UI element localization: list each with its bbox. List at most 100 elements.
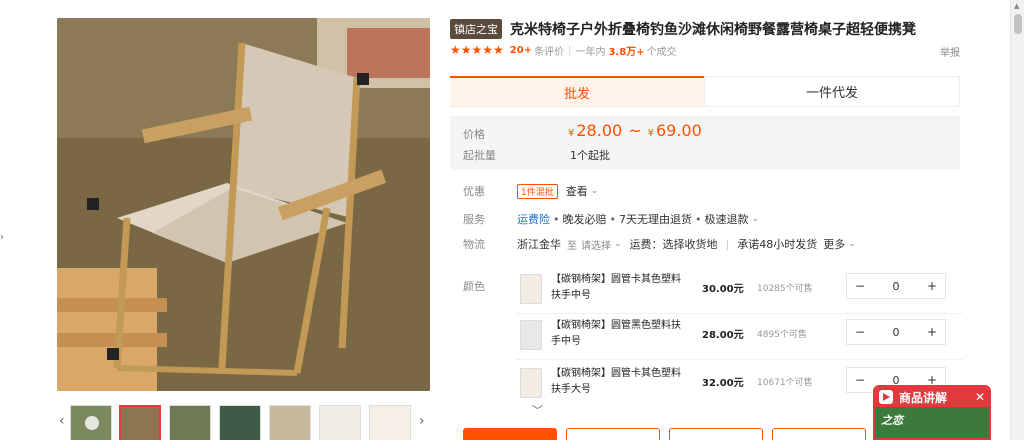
title-row: 镇店之宝 克米特椅子户外折叠椅钓鱼沙滩休闲椅野餐露营椅桌子超轻便携凳 [450, 18, 970, 40]
origin-city: 浙江金华 [517, 238, 561, 251]
cart-button[interactable] [566, 428, 660, 440]
price-box: 价格 ¥28.00 ~ ¥69.00 起批量 1个起批 [450, 116, 960, 170]
thumbnail-2[interactable] [169, 405, 211, 440]
variant-stock: 10671个可售 [757, 378, 813, 388]
service-label: 服务 [463, 213, 485, 226]
divider: | [568, 44, 572, 56]
buy-button[interactable] [463, 428, 557, 440]
widget-header: 商品讲解 ✕ [875, 387, 989, 407]
to-label: 至 [567, 240, 577, 252]
review-count[interactable]: 20+ [510, 45, 532, 56]
chevron-down-icon[interactable]: ⌄ [752, 214, 760, 224]
dropship-button[interactable] [669, 428, 763, 440]
service-item-7day-return: 7天无理由退货 [619, 213, 692, 226]
page-edge-marker: › [0, 232, 4, 243]
variant-name: 【碳钢椅架】圆管黑色塑料扶手中号 [551, 320, 681, 347]
thumbnail-next-arrow[interactable]: › [419, 413, 425, 429]
variant-name: 【碳钢椅架】圆管卡其色塑料扶手中号 [551, 274, 681, 301]
divider: | [725, 237, 730, 251]
service-item-freight-insurance[interactable]: 运费险 [517, 211, 550, 227]
logistics-row: 物流 浙江金华 至 请选择 ⌄ 运费：选择收货地 | 承诺48小时发货 更多 ⌄ [463, 235, 963, 253]
plus-button[interactable]: + [927, 279, 937, 293]
logistics-label: 物流 [463, 238, 485, 251]
color-label: 颜色 [463, 280, 485, 293]
rating-row: ★★★★★ 20+ 条评价 | 一年内 3.8万+ 个成交 举报 [450, 42, 960, 59]
variant-price: 30.00元 [702, 284, 744, 295]
variant-name: 【碳钢椅架】圆管卡其色塑料扶手大号 [551, 368, 681, 395]
thumbnail-video[interactable] [70, 405, 112, 440]
play-icon [85, 416, 99, 430]
destination-select[interactable]: 请选择 [581, 237, 611, 252]
variant-price: 32.00元 [702, 378, 744, 389]
variant-thumbnail[interactable] [520, 368, 542, 398]
promo-badge: 1件混批 [517, 183, 558, 199]
report-link[interactable]: 举报 [940, 44, 960, 59]
thumbnail-6[interactable] [369, 405, 411, 440]
variant-row: 【碳钢椅架】圆管卡其色塑料扶手中号 30.00元 10285个可售 − 0 + [516, 270, 963, 314]
dot-separator: • [553, 212, 560, 226]
shipping-fee: 运费：选择收货地 [629, 238, 718, 251]
price-min: 28.00 [576, 121, 623, 140]
review-label[interactable]: 条评价 [534, 43, 564, 58]
more-link[interactable]: 更多 [823, 236, 845, 252]
close-icon[interactable]: ✕ [975, 390, 985, 404]
variant-stock: 10285个可售 [757, 284, 813, 294]
tab-dropship[interactable]: 一件代发 [704, 76, 960, 106]
shipping-commitment: 承诺48小时发货 [737, 238, 818, 251]
widget-brand-logo: 之恋 [881, 414, 903, 427]
thumbnail-prev-arrow[interactable]: ‹ [59, 413, 65, 429]
currency-symbol: ¥ [568, 128, 575, 139]
range-separator: ~ [628, 121, 642, 140]
quantity-input[interactable]: 0 [893, 280, 900, 293]
thumbnail-strip: ‹ › [57, 403, 430, 440]
star-rating-icon: ★★★★★ [450, 43, 504, 57]
plus-button[interactable]: + [927, 325, 937, 339]
service-item-fast-refund: 极速退款 [704, 213, 749, 226]
price-max: 69.00 [655, 121, 702, 140]
price-range: ¥28.00 ~ ¥69.00 [568, 121, 702, 140]
service-row: 服务 运费险 • 晚发必赔 • 7天无理由退货 • 极速退款 ⌄ [463, 210, 963, 228]
chevron-down-icon[interactable]: ⌄ [614, 239, 622, 249]
product-page: › ‹ › 镇店之宝 克米特椅子户外折叠椅钓鱼沙滩休闲椅野餐露营椅桌子超轻便携凳… [0, 0, 1024, 440]
sales-prefix: 一年内 [575, 46, 606, 58]
purchase-mode-tabs: 批发 一件代发 [450, 76, 960, 107]
thumbnail-4[interactable] [269, 405, 311, 440]
chevron-down-icon[interactable]: ⌄ [848, 239, 856, 249]
page-scrollbar[interactable]: ▲ [1010, 0, 1024, 440]
variant-row: 【碳钢椅架】圆管黑色塑料扶手中号 28.00元 4895个可售 − 0 + [516, 316, 963, 360]
thumbnail-3[interactable] [219, 405, 261, 440]
main-product-image[interactable] [57, 18, 430, 391]
shop-tag-badge: 镇店之宝 [450, 19, 502, 39]
quantity-stepper: − 0 + [846, 273, 946, 299]
variant-price: 28.00元 [702, 330, 744, 341]
chevron-down-icon[interactable]: ⌄ [591, 186, 599, 196]
minus-button[interactable]: − [855, 325, 865, 339]
promo-label: 优惠 [463, 185, 485, 198]
promo-row: 优惠 1件混批 查看 ⌄ [463, 182, 963, 200]
favorite-button[interactable] [772, 428, 866, 440]
quantity-input[interactable]: 0 [893, 326, 900, 339]
tab-wholesale[interactable]: 批发 [450, 76, 704, 106]
product-title: 克米特椅子户外折叠椅钓鱼沙滩休闲椅野餐露营椅桌子超轻便携凳 [510, 22, 916, 38]
moq-value: 1个起批 [570, 149, 610, 162]
action-buttons [463, 428, 866, 440]
dot-separator: • [609, 212, 617, 226]
expand-variants-chevron-icon[interactable]: ﹀ [532, 402, 543, 418]
scroll-up-arrow-icon[interactable]: ▲ [1014, 2, 1019, 10]
variant-thumbnail[interactable] [520, 274, 542, 304]
product-explainer-widget[interactable]: 商品讲解 ✕ 之恋 [873, 385, 991, 440]
sales-count: 3.8万+ [608, 46, 645, 58]
dot-separator: • [695, 212, 702, 226]
quantity-stepper: − 0 + [846, 319, 946, 345]
thumbnail-1[interactable] [119, 405, 161, 440]
thumbnail-5[interactable] [319, 405, 361, 440]
scrollbar-thumb[interactable] [1014, 14, 1022, 34]
sales-label: 个成交 [646, 46, 677, 58]
widget-video-preview[interactable]: 之恋 [875, 407, 989, 438]
minus-button[interactable]: − [855, 373, 865, 387]
minus-button[interactable]: − [855, 279, 865, 293]
price-label: 价格 [463, 128, 485, 141]
variant-thumbnail[interactable] [520, 320, 542, 350]
promo-view-link[interactable]: 查看 [566, 183, 588, 199]
currency-symbol-2: ¥ [647, 128, 654, 139]
